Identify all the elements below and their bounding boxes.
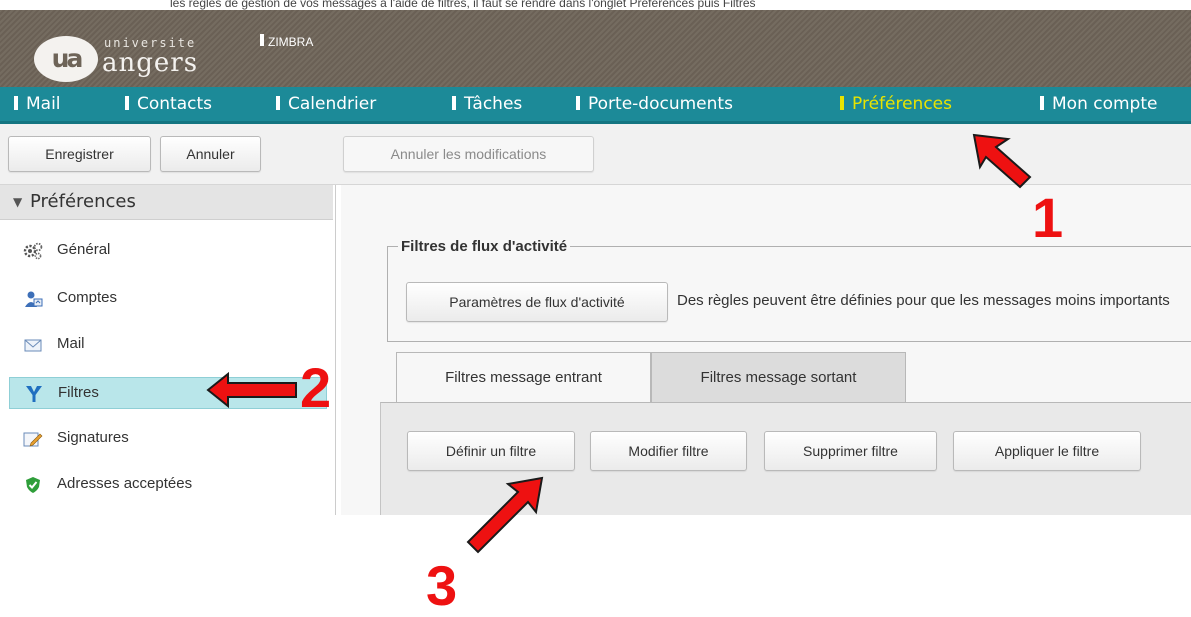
sidebar-item-label: Comptes xyxy=(57,289,118,306)
sidebar-item-signatures[interactable]: Signatures xyxy=(9,423,327,455)
nav-label: Préférences xyxy=(852,94,952,114)
modify-filter-button[interactable]: Modifier filtre xyxy=(590,431,747,471)
define-filter-button[interactable]: Définir un filtre xyxy=(407,431,575,471)
app-name: ZIMBRA xyxy=(268,35,314,49)
annotation-number-2: 2 xyxy=(300,356,332,419)
app-header: ua universite angers ZIMBRA xyxy=(0,10,1191,87)
revert-changes-button[interactable]: Annuler les modifications xyxy=(343,136,594,172)
university-logo-bottom: angers xyxy=(102,48,199,78)
tab-outgoing-filters[interactable]: Filtres message sortant xyxy=(651,352,906,402)
signature-icon xyxy=(23,432,43,447)
nav-marker xyxy=(452,96,456,110)
nav-marker xyxy=(125,96,129,110)
nav-marker xyxy=(840,96,844,110)
tab-incoming-filters[interactable]: Filtres message entrant xyxy=(396,352,651,402)
nav-taches[interactable]: Tâches xyxy=(452,87,522,121)
sidebar-item-label: Filtres xyxy=(58,384,99,401)
annotation-arrow-2-icon xyxy=(206,371,297,409)
shield-check-icon xyxy=(26,477,40,493)
sidebar-header[interactable]: ▼ Préférences xyxy=(0,185,333,220)
sidebar-item-comptes[interactable]: Comptes xyxy=(9,283,327,315)
annotation-number-1: 1 xyxy=(1032,186,1064,249)
nav-contacts[interactable]: Contacts xyxy=(125,87,212,121)
sidebar-item-label: Général xyxy=(57,241,111,258)
university-logo-badge: ua xyxy=(34,36,98,82)
nav-mon-compte[interactable]: Mon compte xyxy=(1040,87,1157,121)
nav-label: Calendrier xyxy=(288,94,377,114)
nav-label: Porte-documents xyxy=(588,94,733,114)
collapse-triangle-icon: ▼ xyxy=(13,195,23,209)
accounts-icon xyxy=(25,291,43,307)
nav-marker xyxy=(14,96,18,110)
envelope-icon xyxy=(24,339,42,352)
sidebar-item-mail[interactable]: Mail xyxy=(9,329,327,361)
preferences-sidebar: ▼ Préférences Général Comptes Mail Filtr… xyxy=(0,185,336,515)
sidebar-title: Préférences xyxy=(30,191,136,212)
cancel-button[interactable]: Annuler xyxy=(160,136,261,172)
main-nav: Mail Contacts Calendrier Tâches Porte-do… xyxy=(0,87,1191,124)
sidebar-item-label: Signatures xyxy=(57,429,129,446)
sidebar-item-label: Adresses acceptées xyxy=(57,475,193,492)
sidebar-item-label: Mail xyxy=(57,335,85,352)
filter-icon xyxy=(26,386,42,402)
save-button[interactable]: Enregistrer xyxy=(8,136,151,172)
sidebar-item-adresses-acceptees[interactable]: Adresses acceptées xyxy=(9,469,327,501)
nav-label: Contacts xyxy=(137,94,212,114)
nav-label: Tâches xyxy=(464,94,523,114)
nav-label: Mon compte xyxy=(1052,94,1158,114)
nav-label: Mail xyxy=(26,94,61,114)
annotation-arrow-3-icon xyxy=(466,476,544,554)
nav-marker xyxy=(1040,96,1044,110)
annotation-arrow-1-icon xyxy=(972,133,1032,189)
nav-calendrier[interactable]: Calendrier xyxy=(276,87,376,121)
activity-filters-description: Des règles peuvent être définies pour qu… xyxy=(677,292,1170,309)
activity-settings-button[interactable]: Paramètres de flux d'activité xyxy=(406,282,668,322)
nav-mail[interactable]: Mail xyxy=(14,87,61,121)
nav-marker xyxy=(576,96,580,110)
nav-preferences[interactable]: Préférences xyxy=(840,87,952,121)
activity-filters-legend: Filtres de flux d'activité xyxy=(398,238,571,255)
nav-marker xyxy=(276,96,280,110)
top-caption: les règles de gestion de vos messages à … xyxy=(170,0,756,10)
sidebar-item-general[interactable]: Général xyxy=(9,235,327,267)
apply-filter-button[interactable]: Appliquer le filtre xyxy=(953,431,1141,471)
app-mark xyxy=(260,34,264,46)
gear-icon xyxy=(23,242,43,260)
delete-filter-button[interactable]: Supprimer filtre xyxy=(764,431,937,471)
nav-porte-documents[interactable]: Porte-documents xyxy=(576,87,733,121)
annotation-number-3: 3 xyxy=(426,554,458,617)
